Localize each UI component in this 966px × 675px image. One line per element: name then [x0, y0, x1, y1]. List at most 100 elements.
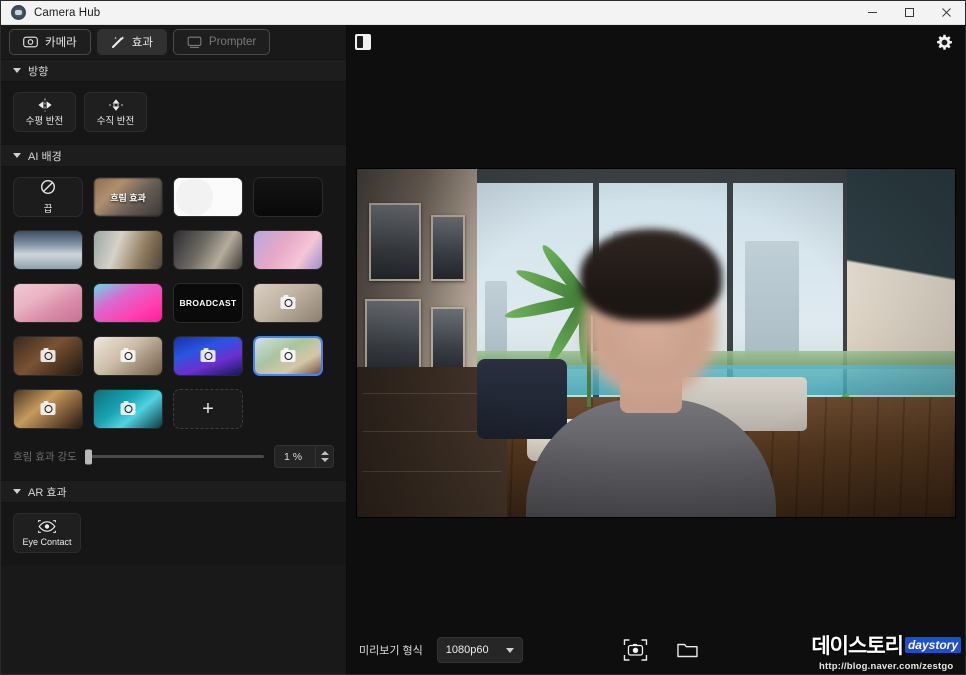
eye-contact-label: Eye Contact: [22, 536, 72, 547]
section-title-ar-effects: AR 효과: [28, 486, 67, 499]
tab-effects-label: 효과: [131, 37, 153, 49]
background-item-beige-bedroom[interactable]: [253, 283, 323, 323]
tab-prompter[interactable]: Prompter: [172, 29, 271, 55]
camera-badge-icon: [120, 400, 136, 415]
blur-strength-stepper[interactable]: 1 %: [274, 445, 334, 468]
camera-badge-icon: [40, 347, 56, 362]
background-item-warm-room[interactable]: [13, 389, 83, 429]
chevron-up-icon[interactable]: [320, 451, 329, 455]
video-stage: [347, 59, 965, 626]
office-blue-thumbnail-image: [14, 231, 82, 269]
add-background-button[interactable]: +: [173, 389, 243, 429]
preview-bottom-bar: 미리보기 형식 1080p60: [347, 626, 965, 674]
section-header-orientation[interactable]: 방향: [1, 59, 346, 82]
tab-camera[interactable]: 카메라: [9, 29, 91, 55]
preview-toolbar: [347, 25, 965, 59]
plus-icon: +: [202, 398, 214, 420]
preview-pane: 미리보기 형식 1080p60: [347, 25, 965, 674]
prompter-icon: [187, 36, 202, 49]
background-item-off-label: 끕: [43, 204, 53, 215]
blur-strength-label: 흐림 효과 강도: [13, 451, 77, 463]
camera-hub-icon: [11, 5, 26, 20]
background-item-blur[interactable]: 흐림 효과: [93, 177, 163, 217]
section-header-ar-effects[interactable]: AR 효과: [1, 480, 346, 503]
background-item-blur-label: 흐림 효과: [110, 192, 146, 203]
section-header-ai-background[interactable]: AI 배경: [1, 144, 346, 167]
video-vignette: [357, 168, 955, 517]
background-item-living-room-warm[interactable]: [93, 230, 163, 270]
living-room-thumbnail-image: [94, 231, 162, 269]
folder-icon[interactable]: [674, 637, 700, 663]
flip-horizontal-button[interactable]: 수평 반전: [13, 92, 76, 132]
camera-icon: [23, 36, 38, 48]
flip-vertical-icon: [106, 98, 126, 112]
chevron-down-icon: [505, 647, 514, 653]
preview-tools: [622, 637, 700, 663]
background-item-home-office[interactable]: [173, 230, 243, 270]
background-item-pastel-lounge[interactable]: [13, 283, 83, 323]
tab-prompter-label: Prompter: [208, 36, 257, 48]
neon-pink-thumbnail-image: [94, 284, 162, 322]
background-item-neon-pink-sofa[interactable]: [93, 283, 163, 323]
blur-strength-row: 흐림 효과 강도 1 %: [13, 445, 334, 468]
minimize-button[interactable]: [854, 1, 891, 25]
section-body-orientation: 수평 반전 수직 반전: [1, 82, 346, 144]
camera-badge-icon: [40, 400, 56, 415]
blur-strength-value: 1 %: [284, 450, 303, 463]
preview-format-select[interactable]: 1080p60: [436, 637, 523, 663]
camera-hub-window: Camera Hub 카메라 효과 Prompter 방향 수평 반전 수직 반…: [0, 0, 966, 675]
background-item-office-blue[interactable]: [13, 230, 83, 270]
flip-vertical-button[interactable]: 수직 반전: [84, 92, 147, 132]
section-body-ai-background: 끕 흐림 효과 BROADCAST + 흐림 효과 강도 1 %: [1, 167, 346, 480]
tab-effects[interactable]: 효과: [96, 29, 167, 55]
blur-strength-slider-handle[interactable]: [84, 449, 92, 464]
blur-strength-slider[interactable]: [84, 449, 264, 464]
maximize-button[interactable]: [891, 1, 928, 25]
background-item-dark-lounge[interactable]: [13, 336, 83, 376]
flip-horizontal-icon: [35, 98, 55, 112]
camera-badge-icon: [280, 294, 296, 309]
background-item-pink-abstract[interactable]: [253, 230, 323, 270]
background-item-black[interactable]: [253, 177, 323, 217]
title-bar: Camera Hub: [1, 1, 965, 25]
camera-badge-icon: [280, 347, 296, 362]
flip-button-row: 수평 반전 수직 반전: [13, 92, 334, 132]
title-bar-left: Camera Hub: [1, 5, 854, 20]
background-item-off[interactable]: 끕: [13, 177, 83, 217]
pastel-lounge-thumbnail-image: [14, 284, 82, 322]
camera-capture-icon[interactable]: [622, 637, 648, 663]
background-item-teal-studio[interactable]: [93, 389, 163, 429]
gear-icon[interactable]: [933, 31, 955, 53]
flip-vertical-label: 수직 반전: [96, 115, 135, 127]
effects-sidebar: 카메라 효과 Prompter 방향 수평 반전 수직 반전 AI 배경 끕 흐…: [1, 25, 347, 674]
app-body: 카메라 효과 Prompter 방향 수평 반전 수직 반전 AI 배경 끕 흐…: [1, 25, 965, 674]
background-item-blue-stage[interactable]: [173, 336, 243, 376]
background-thumbnail-grid: 끕 흐림 효과 BROADCAST +: [13, 177, 334, 429]
preview-format-label: 미리보기 형식: [359, 645, 423, 657]
background-item-nvidia-broadcast[interactable]: BROADCAST: [173, 283, 243, 323]
close-button[interactable]: [928, 1, 965, 25]
chevron-down-icon: [13, 68, 21, 73]
magic-wand-icon: [111, 35, 125, 49]
section-title-ai-background: AI 배경: [28, 150, 62, 163]
flip-horizontal-label: 수평 반전: [25, 115, 64, 127]
background-item-white[interactable]: [173, 177, 243, 217]
chevron-down-icon: [13, 153, 21, 158]
eye-contact-button[interactable]: Eye Contact: [13, 513, 81, 553]
camera-badge-icon: [200, 347, 216, 362]
chevron-down-icon: [13, 489, 21, 494]
camera-preview-video[interactable]: [356, 167, 956, 518]
black-thumbnail-image: [254, 178, 322, 216]
pink-abstract-thumbnail-image: [254, 231, 322, 269]
sidebar-scroll-area[interactable]: 방향 수평 반전 수직 반전 AI 배경 끕 흐림 효과 BROADCAST +…: [1, 59, 346, 674]
stepper-arrows[interactable]: [315, 446, 333, 467]
window-controls: [854, 1, 965, 25]
panel-toggle-icon[interactable]: [355, 34, 371, 50]
background-item-bright-studio[interactable]: [93, 336, 163, 376]
background-item-sunny-office[interactable]: [253, 336, 323, 376]
white-thumbnail-image: [174, 178, 242, 216]
chevron-down-icon[interactable]: [320, 458, 329, 462]
no-effect-icon: [40, 179, 56, 200]
window-title: Camera Hub: [34, 6, 101, 19]
camera-badge-icon: [120, 347, 136, 362]
